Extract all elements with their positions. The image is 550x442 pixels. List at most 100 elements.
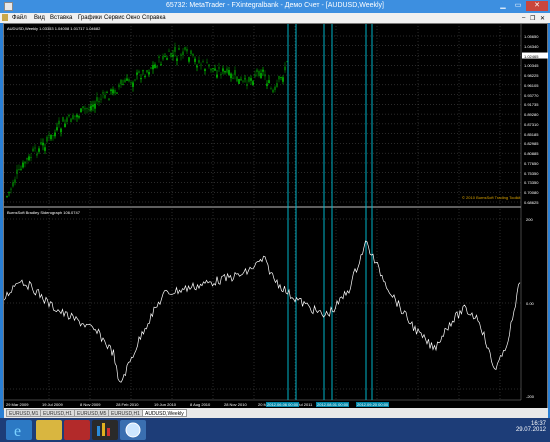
tab-eurusd-m1[interactable]: EURUSD,M1 xyxy=(6,409,42,417)
menu-file[interactable]: Файл xyxy=(12,15,27,21)
candle-body xyxy=(250,78,252,81)
price-label: 0.77650 xyxy=(524,160,539,166)
candle-body xyxy=(164,55,166,57)
price-label: 1.05650 xyxy=(524,34,539,39)
menu-charts[interactable]: Графики xyxy=(78,15,102,21)
candle-body xyxy=(120,79,122,85)
child-close-button[interactable]: ✕ xyxy=(540,15,545,22)
system-tray: 16:37 29.07.2012 xyxy=(516,421,546,433)
candle-body xyxy=(54,132,56,137)
menu-bar: Файл Вид Вставка Графики Сервис Окно Спр… xyxy=(0,13,550,23)
chart-canvas[interactable] xyxy=(4,24,549,411)
menu-help[interactable]: Справка xyxy=(142,15,166,21)
candle-body xyxy=(8,191,10,193)
indicator-level-label: -200 xyxy=(526,394,535,399)
candle-body xyxy=(56,127,58,131)
candle-body xyxy=(118,84,120,88)
candle-body xyxy=(38,148,40,152)
candle-body xyxy=(70,118,72,123)
terminal-window: 65732: MetaTrader - FXintegralbank - Дем… xyxy=(0,0,550,418)
indicator-level-label: 200 xyxy=(526,217,533,222)
candle-body xyxy=(202,61,204,63)
price-label: 0.91735 xyxy=(524,102,539,108)
candle-body xyxy=(76,114,78,118)
candle-body xyxy=(144,75,146,78)
candle-body xyxy=(108,98,110,100)
price-label: 0.89280 xyxy=(524,112,539,118)
price-label: 0.82985 xyxy=(524,141,539,147)
candle-body xyxy=(136,72,138,75)
candle-body xyxy=(212,68,214,69)
price-label: 0.70080 xyxy=(524,190,539,196)
candle-body xyxy=(284,66,286,71)
child-restore-button[interactable]: ❐ xyxy=(530,15,535,22)
price-label: 0.98225 xyxy=(524,73,539,79)
price-label: 0.80885 xyxy=(524,151,539,157)
price-label: 0.68625 xyxy=(524,200,539,205)
candle-body xyxy=(214,68,216,71)
media-player-icon[interactable] xyxy=(64,420,90,440)
candle-body xyxy=(266,83,268,87)
candle-body xyxy=(272,89,274,93)
time-label: 28 Feb 2010 xyxy=(116,402,139,407)
clock-date[interactable]: 29.07.2012 xyxy=(516,427,546,433)
tab-audusd-weekly[interactable]: AUDUSD,Weekly xyxy=(142,409,187,417)
menu-service[interactable]: Сервис xyxy=(104,15,125,21)
candle-body xyxy=(196,65,198,68)
candle-body xyxy=(222,68,224,72)
indicator-level-label: 0.00 xyxy=(526,301,534,306)
menu-insert[interactable]: Вставка xyxy=(50,15,72,21)
time-label: 8 Nov 2009 xyxy=(80,402,101,407)
candle-body xyxy=(22,162,24,168)
candle-body xyxy=(244,78,246,80)
highlighted-date-label: 2012.09.20 00:00 xyxy=(356,402,390,407)
chart-window-icon[interactable] xyxy=(2,14,8,21)
candle-body xyxy=(168,50,170,52)
candle-body xyxy=(156,66,158,68)
candle-body xyxy=(130,82,132,83)
candle-body xyxy=(100,98,102,100)
candle-body xyxy=(142,70,144,72)
candle-body xyxy=(128,79,130,82)
candle-body xyxy=(84,108,86,110)
menu-view[interactable]: Вид xyxy=(34,15,45,21)
highlighted-date-label: 2012.08.01 00:00 xyxy=(316,402,350,407)
candle-body xyxy=(230,73,232,79)
candle-body xyxy=(198,60,200,63)
title-bar[interactable]: 65732: MetaTrader - FXintegralbank - Дем… xyxy=(0,0,550,13)
time-label: 28 Nov 2010 xyxy=(224,402,247,407)
candle-body xyxy=(186,48,188,52)
candle-body xyxy=(224,71,226,73)
candle-body xyxy=(256,69,258,73)
internet-explorer-icon[interactable]: e xyxy=(6,420,32,440)
candle-body xyxy=(72,115,74,120)
candle-body xyxy=(220,73,222,75)
candle-body xyxy=(162,56,164,60)
candle-body xyxy=(180,54,182,56)
candle-body xyxy=(102,92,104,94)
candle-body xyxy=(246,84,248,86)
candle-body xyxy=(16,169,18,175)
file-explorer-icon[interactable] xyxy=(36,420,62,440)
browser-icon[interactable] xyxy=(120,420,146,440)
time-label: 8 Aug 2010 xyxy=(190,402,211,407)
candle-body xyxy=(228,70,230,75)
candle-body xyxy=(234,70,236,75)
candle-body xyxy=(158,56,160,58)
tab-eurusd-m5[interactable]: EURUSD,M5 xyxy=(74,409,110,417)
candle-body xyxy=(66,117,68,122)
candle-body xyxy=(110,89,112,92)
metatrader-icon[interactable] xyxy=(92,420,118,440)
candle-body xyxy=(34,147,36,149)
candle-body xyxy=(276,83,278,88)
tab-eurusd-h1[interactable]: EURUSD,H1 xyxy=(108,409,143,417)
minimize-button[interactable]: ▁ xyxy=(496,1,510,11)
menu-window[interactable]: Окно xyxy=(126,15,140,21)
close-button[interactable]: ✕ xyxy=(526,1,548,11)
candle-body xyxy=(96,97,98,102)
maximize-button[interactable]: ▭ xyxy=(511,1,525,11)
candle-body xyxy=(260,73,262,78)
tab-eurusd-h1[interactable]: EURUSD,H1 xyxy=(40,409,75,417)
chart-area[interactable]: AUDUSD,Weekly 1.03353 1.04008 1.01717 1.… xyxy=(3,23,548,410)
child-minimize-button[interactable]: – xyxy=(522,15,525,21)
